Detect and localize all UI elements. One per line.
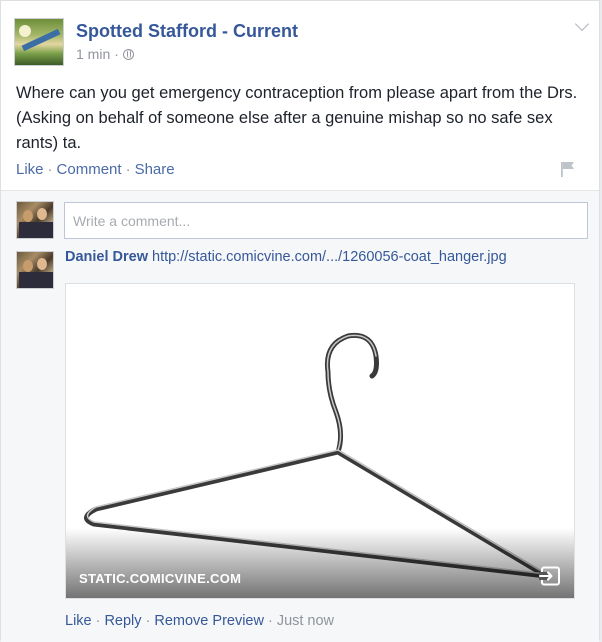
meta-separator: · [114,46,119,62]
comment-actions: Like · Reply · Remove Preview · Just now [65,613,334,629]
flag-icon[interactable] [559,160,577,178]
action-separator: · [95,613,101,629]
post-timestamp[interactable]: 1 min [76,46,110,62]
page-avatar[interactable] [14,18,64,66]
post-meta: 1 min · [76,46,134,62]
comment-button[interactable]: Comment [57,161,122,178]
preview-overlay [66,528,574,598]
post-text: Where can you get emergency contraceptio… [16,84,578,152]
preview-domain: STATIC.COMICVINE.COM [79,571,242,586]
globe-icon[interactable] [122,48,134,60]
remove-preview-button[interactable]: Remove Preview [154,613,264,629]
comment-like-button[interactable]: Like [65,613,92,629]
reply-button[interactable]: Reply [104,613,141,629]
share-exit-icon[interactable] [539,566,561,586]
commenter-name-link[interactable]: Daniel Drew [65,249,148,265]
comments-section: Write a comment... Daniel Drew http://sta… [1,190,599,642]
action-separator: · [267,613,273,629]
action-separator: · [47,161,53,178]
comment: Daniel Drew http://static.comicvine.com/.… [65,249,507,265]
current-user-avatar[interactable] [16,201,54,239]
action-separator: · [145,613,151,629]
post-card: Spotted Stafford - Current 1 min · Where… [0,0,600,642]
share-button[interactable]: Share [135,161,175,178]
commenter-avatar[interactable] [16,251,54,289]
action-separator: · [125,161,131,178]
post-actions: Like · Comment · Share [16,161,175,178]
link-preview[interactable]: STATIC.COMICVINE.COM [65,283,575,599]
page-name-link[interactable]: Spotted Stafford - Current [76,21,298,42]
comment-timestamp[interactable]: Just now [277,613,334,629]
comment-url-link[interactable]: http://static.comicvine.com/.../1260056-… [152,249,507,265]
like-button[interactable]: Like [16,161,44,178]
chevron-down-icon[interactable] [574,16,590,32]
comment-input[interactable]: Write a comment... [64,202,588,239]
